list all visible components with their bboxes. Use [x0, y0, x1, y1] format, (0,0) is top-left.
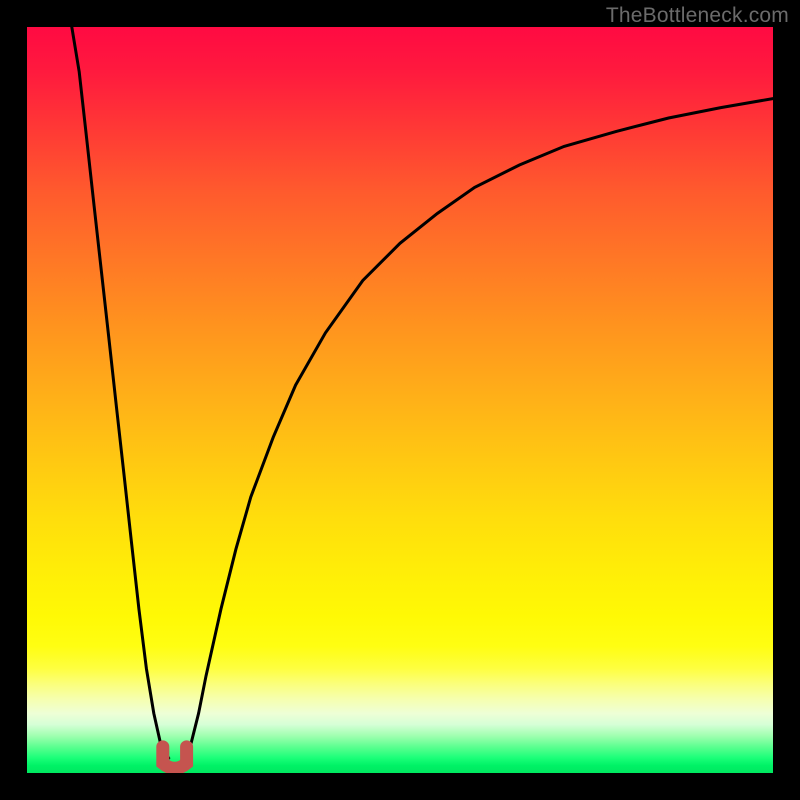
bottleneck-curve-left: [72, 27, 169, 758]
curve-layer: [27, 27, 773, 773]
bottleneck-curve-right: [184, 99, 773, 759]
valley-marker-icon: [163, 747, 187, 768]
outer-frame: TheBottleneck.com: [0, 0, 800, 800]
plot-area: [27, 27, 773, 773]
watermark-text: TheBottleneck.com: [606, 4, 789, 28]
